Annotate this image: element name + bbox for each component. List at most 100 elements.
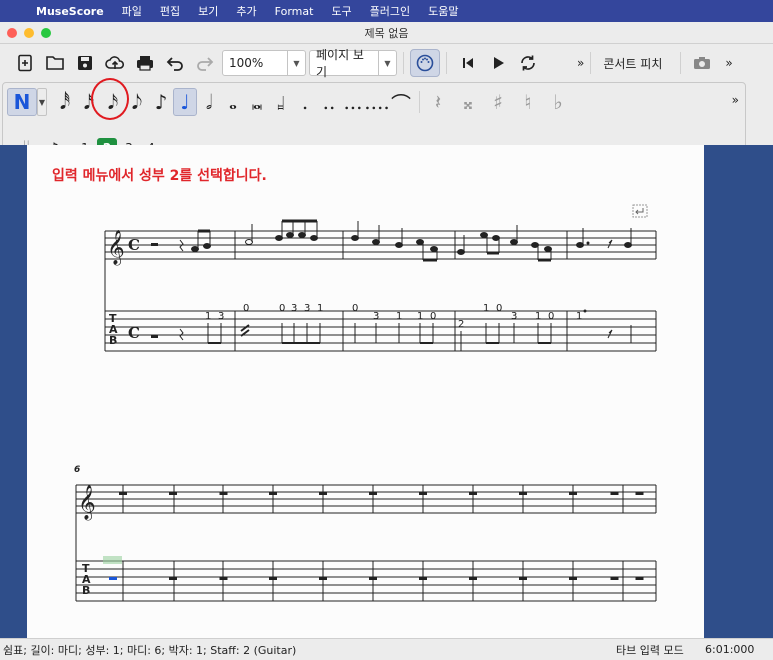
status-bar: 쉼표; 길이: 마디; 성부: 1; 마디: 6; 박자: 1; Staff: … [0,638,773,660]
new-file-icon [18,54,32,72]
toolbar-overflow-button[interactable]: » [577,56,584,70]
menu-file[interactable]: 파일 [113,3,151,19]
image-capture-button[interactable] [687,49,717,77]
note-64th-button[interactable]: 𝅘𝅥𝅰 [53,88,77,116]
camera-icon [694,57,711,69]
toolbar-divider [403,52,404,74]
menu-view[interactable]: 보기 [189,3,227,19]
measure-rest [319,492,327,495]
zoom-combo[interactable]: 100% ▼ [222,50,306,76]
note-quarter-button[interactable]: ♩ [173,88,197,116]
measure-number: 6 [74,465,80,475]
tab-number: 1 [205,311,211,322]
tab-number: 3 [218,311,224,322]
flat-button[interactable]: ♭ [546,88,570,116]
cloud-upload-icon [105,56,125,69]
window-title: 제목 없음 [364,26,409,40]
file-toolbar: 100% ▼ 페이지 보기 ▼ » 콘서트 피치 » [0,45,773,81]
note-whole-button[interactable]: 𝅝 [221,88,245,116]
score-page: 𝄞 C T A B C 1 3 0 0 3 3 1 0 3 1 1 0 2 1 … [27,145,704,638]
chevron-down-icon: ▼ [378,51,396,75]
tab-measure-rest [519,577,527,580]
menu-app[interactable]: MuseScore [30,5,113,18]
menu-add[interactable]: 추가 [227,3,265,19]
close-window-button[interactable] [7,28,17,38]
tab-measure-rest [610,577,619,580]
print-button[interactable] [130,49,160,77]
new-score-button[interactable] [10,49,40,77]
play-button[interactable] [483,49,513,77]
open-button[interactable] [40,49,70,77]
note-longa-button[interactable]: 𝆷 [269,88,293,116]
augmentation-dot-button[interactable]: . [293,88,317,116]
quad-dot-button[interactable]: .... [364,88,389,116]
play-icon [494,57,504,69]
instruction-text: 입력 메뉴에서 성부 2를 선택합니다. [52,168,267,184]
toolbar-divider [590,52,592,74]
tab-number: 3 [373,311,379,322]
concert-pitch-button[interactable]: 콘서트 피치 [603,55,662,72]
sharp-button[interactable]: ♯ [486,88,510,116]
rewind-button[interactable] [453,49,483,77]
menu-plugins[interactable]: 플러그인 [361,3,419,19]
chevron-down-icon[interactable]: ▼ [37,88,47,116]
zoom-window-button[interactable] [41,28,51,38]
note-breve-button[interactable]: 𝅜 [245,88,269,116]
tab-number: 1 [417,311,423,322]
status-time: 6:01:000 [705,643,755,656]
view-mode-combo[interactable]: 페이지 보기 ▼ [309,48,397,79]
tab-label-b-2: B [82,584,90,597]
note-eighth-button[interactable]: ♪ [149,88,173,116]
toolbar-divider [446,52,447,74]
status-selection: 쉼표; 길이: 마디; 성부: 1; 마디: 6; 박자: 1; Staff: … [3,643,297,657]
tab-label-b: B [109,334,117,347]
undo-icon [166,57,183,71]
score-notation: 𝄞 C T A B C 1 3 0 0 3 3 1 0 3 1 1 0 2 1 … [74,204,657,602]
menu-help[interactable]: 도움말 [419,3,467,19]
note-input-mode-button[interactable]: N [7,88,37,116]
tab-time-signature: C [128,324,140,342]
highlight-circle [91,78,129,120]
toolbar-overflow-button-2[interactable]: » [725,56,732,70]
measure-rest [269,492,277,495]
score-canvas: 𝄞 C T A B C 1 3 0 0 3 3 1 0 3 1 1 0 2 1 … [0,145,773,638]
tab-number: 1 [317,303,323,314]
tab-number: 0 [279,303,285,314]
save-button[interactable] [70,49,100,77]
tab-number: 2 [458,319,464,330]
menu-format[interactable]: Format [266,5,323,18]
toolbar-divider [680,52,682,74]
menu-edit[interactable]: 편집 [151,3,189,19]
measure-rest [519,492,527,495]
undo-button[interactable] [160,49,190,77]
triple-dot-button[interactable]: ... [341,88,365,116]
redo-button[interactable] [190,49,220,77]
chevron-down-icon: ▼ [287,51,305,75]
tab-measure-rest [419,577,427,580]
print-icon [137,56,153,71]
natural-button[interactable]: ♮ [516,88,540,116]
loop-button[interactable] [513,49,543,77]
menu-tools[interactable]: 도구 [322,3,360,19]
tab-number: 1 [576,311,582,322]
tab-number: 0 [243,303,249,314]
measure-rest [469,492,477,495]
save-icon [78,56,92,70]
rest-button[interactable]: 𝄽 [426,88,450,116]
double-sharp-button[interactable]: 𝄪 [456,88,480,116]
measure-rest [569,492,577,495]
upload-button[interactable] [100,49,130,77]
title-bar: 제목 없음 [0,22,773,44]
measure-rest [419,492,427,495]
tie-button[interactable]: ⌒ [389,88,413,116]
measure-rest [610,492,619,495]
midi-input-button[interactable] [410,49,440,77]
note-toolbar-overflow[interactable]: » [732,93,739,107]
tab-number: 3 [304,303,310,314]
menu-bar: MuseScore 파일 편집 보기 추가 Format 도구 플러그인 도움말 [0,0,773,22]
minimize-window-button[interactable] [24,28,34,38]
double-dot-button[interactable]: .. [317,88,341,116]
tab-number: 3 [511,311,517,322]
tab-number: 3 [291,303,297,314]
note-half-button[interactable]: 𝅗𝅥 [197,88,221,116]
